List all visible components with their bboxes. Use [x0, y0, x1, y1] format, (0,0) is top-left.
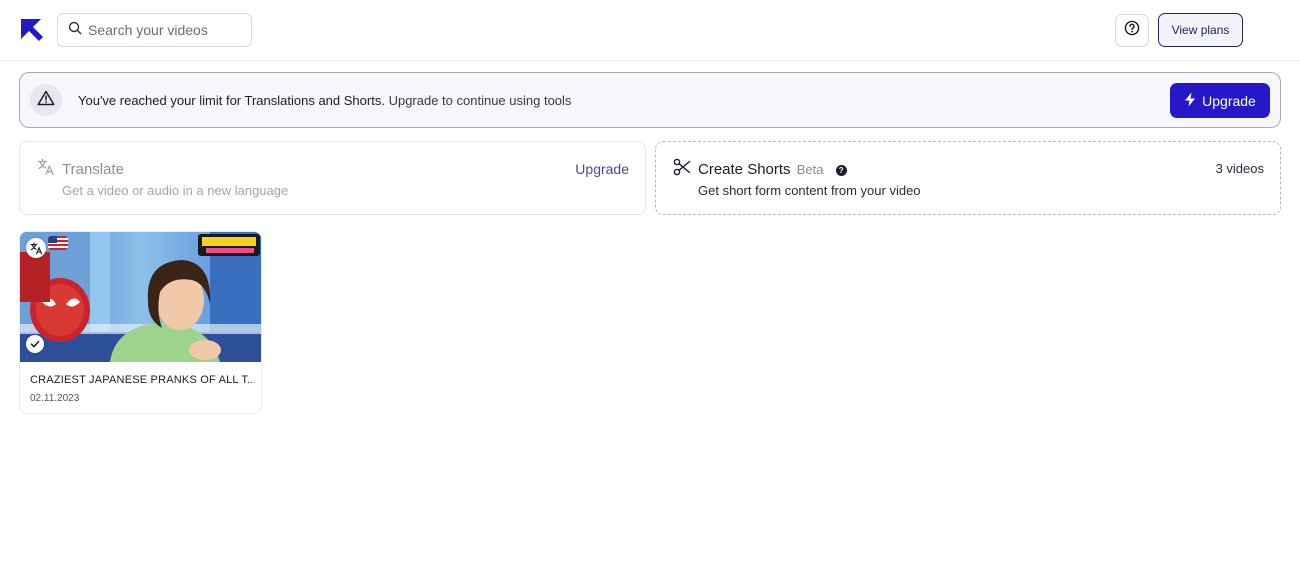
translate-upgrade-link[interactable]: Upgrade	[575, 161, 629, 177]
translate-badge	[26, 238, 46, 258]
video-date: 02.11.2023	[30, 393, 80, 404]
translate-description: Get a video or audio in a new language	[62, 183, 289, 198]
search-input[interactable]	[88, 22, 238, 38]
shorts-title-wrap: Create Shorts Beta ?	[698, 161, 847, 178]
search-icon	[68, 21, 82, 40]
check-icon	[30, 339, 40, 349]
create-shorts-tool-card[interactable]: Create Shorts Beta ? Get short form cont…	[655, 141, 1281, 215]
shorts-video-count: 3 videos	[1215, 161, 1264, 176]
video-thumbnail[interactable]	[20, 232, 261, 362]
search-box[interactable]	[57, 13, 252, 47]
translate-icon	[30, 242, 43, 255]
translate-tool-card[interactable]: Translate Get a video or audio in a new …	[19, 141, 646, 215]
beta-badge: Beta	[796, 162, 824, 177]
limit-banner: You've reached your limit for Translatio…	[19, 72, 1281, 128]
lightning-icon	[1184, 92, 1196, 110]
info-icon[interactable]: ?	[835, 165, 847, 176]
view-plans-button[interactable]: View plans	[1158, 13, 1243, 47]
warning-triangle-icon	[37, 90, 55, 111]
us-flag-icon	[48, 236, 68, 250]
translate-title: Translate	[62, 161, 124, 178]
help-button[interactable]	[1115, 14, 1149, 47]
shorts-title: Create Shorts	[698, 161, 791, 178]
top-bar: View plans	[0, 0, 1300, 61]
video-title[interactable]: CRAZIEST JAPANESE PRANKS OF ALL T...	[30, 374, 255, 386]
banner-message-rest: Upgrade to continue using tools	[388, 92, 572, 108]
video-card[interactable]: CRAZIEST JAPANESE PRANKS OF ALL T... 02.…	[19, 231, 262, 414]
banner-message: You've reached your limit for Translatio…	[78, 93, 571, 108]
app-logo-icon[interactable]	[19, 17, 45, 43]
translate-icon	[37, 158, 55, 181]
help-circle-icon	[1124, 20, 1140, 41]
scissors-icon	[673, 158, 691, 181]
banner-message-strong: You've reached your limit for Translatio…	[78, 92, 385, 108]
warning-icon-wrapper	[30, 84, 62, 116]
completed-badge	[26, 335, 44, 353]
upgrade-button[interactable]: Upgrade	[1170, 83, 1270, 118]
upgrade-button-label: Upgrade	[1202, 92, 1256, 109]
shorts-description: Get short form content from your video	[698, 183, 921, 198]
